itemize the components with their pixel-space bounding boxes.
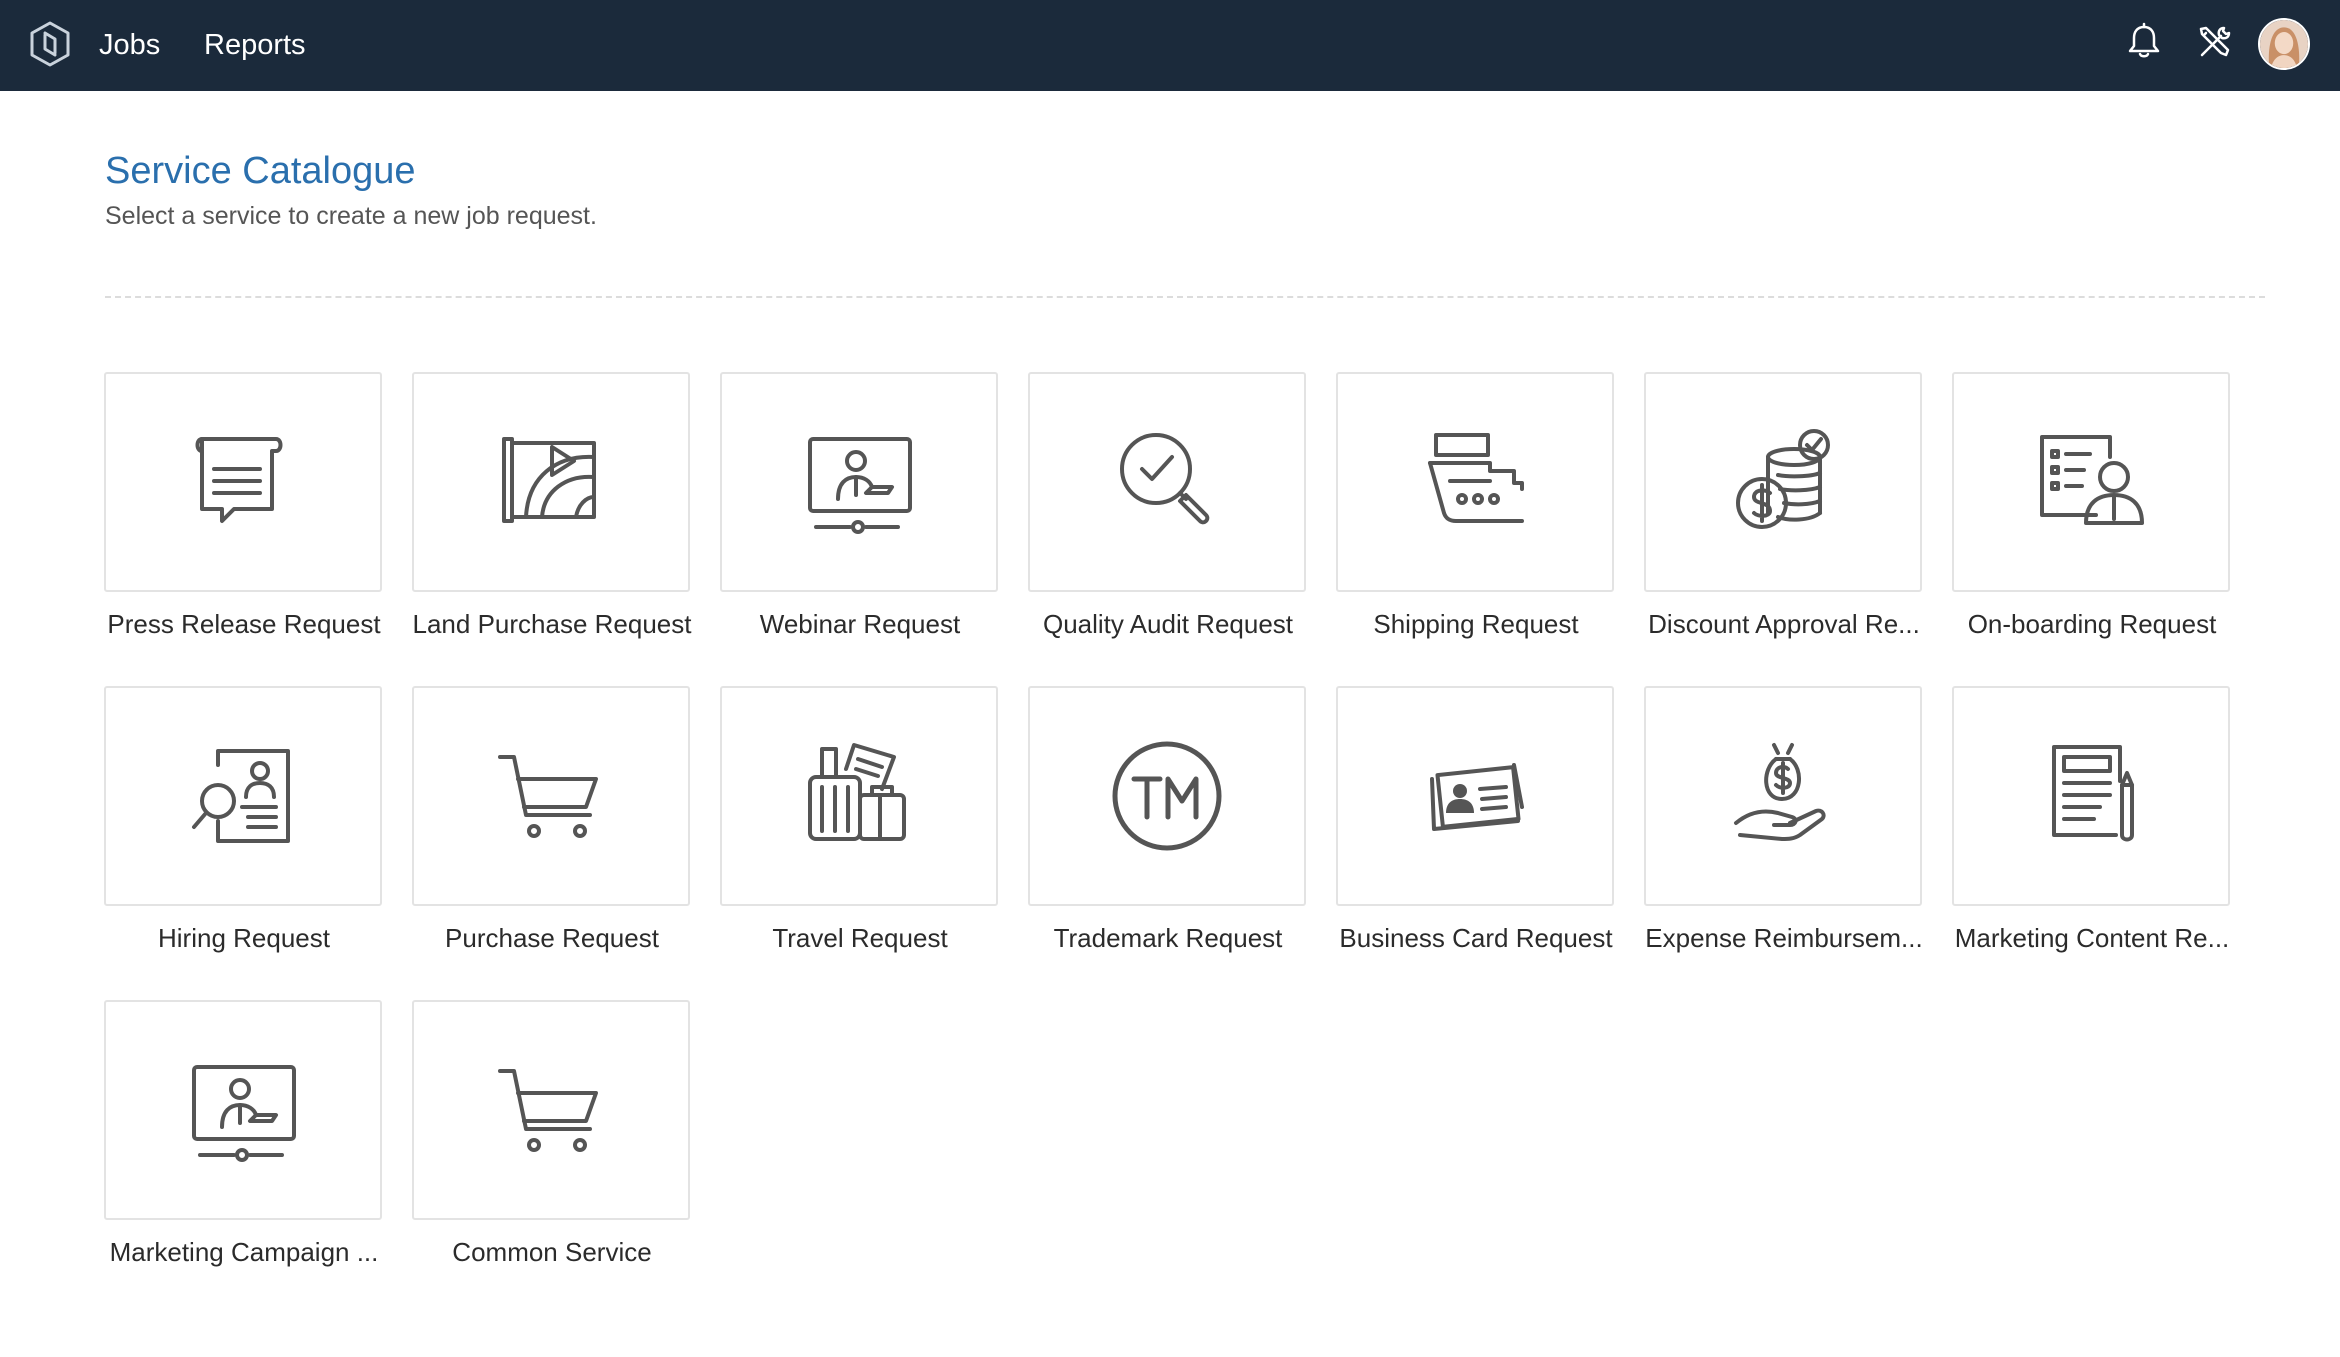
cart-icon: [498, 1069, 598, 1152]
service-card-expense[interactable]: Expense Reimbursem...: [1644, 686, 1924, 956]
service-card-tile[interactable]: [1952, 686, 2230, 906]
service-card-tile[interactable]: [104, 686, 382, 906]
service-card-tile[interactable]: [720, 686, 998, 906]
business-card-icon: [1430, 763, 1524, 831]
divider: [105, 296, 2265, 298]
logo-icon[interactable]: [28, 20, 72, 68]
nav-reports[interactable]: Reports: [204, 24, 306, 66]
service-card-travel[interactable]: Travel Request: [720, 686, 1000, 956]
service-card-trademark[interactable]: Trademark Request: [1028, 686, 1308, 956]
service-card-tile[interactable]: [104, 372, 382, 592]
marketing-content-icon: [2052, 745, 2134, 842]
service-card-tile[interactable]: [1336, 686, 1614, 906]
service-label: Business Card Request: [1339, 923, 1613, 953]
service-label: Press Release Request: [107, 609, 381, 639]
nav-jobs[interactable]: Jobs: [99, 24, 160, 66]
service-label: Hiring Request: [158, 923, 330, 953]
service-card-shipping[interactable]: Shipping Request: [1336, 372, 1616, 642]
service-card-tile[interactable]: [1644, 686, 1922, 906]
service-label: Shipping Request: [1373, 609, 1579, 639]
service-card-common-service[interactable]: Common Service: [412, 1000, 692, 1270]
service-card-tile[interactable]: [1952, 372, 2230, 592]
service-card-tile[interactable]: [1028, 686, 1306, 906]
service-card-tile[interactable]: [104, 1000, 382, 1220]
service-card-tile[interactable]: [412, 1000, 690, 1220]
service-card-tile[interactable]: [1336, 372, 1614, 592]
service-card-onboarding[interactable]: On-boarding Request: [1952, 372, 2232, 642]
service-card-purchase[interactable]: Purchase Request: [412, 686, 692, 956]
hiring-icon: [192, 749, 290, 843]
tools-icon[interactable]: [2193, 20, 2237, 64]
onboarding-icon: [2040, 435, 2144, 525]
service-card-land-purchase[interactable]: Land Purchase Request: [412, 372, 692, 642]
service-label: Marketing Campaign ...: [109, 1237, 379, 1267]
service-label: Marketing Content Re...: [1954, 923, 2230, 953]
cart-icon: [498, 755, 598, 838]
service-card-marketing-content[interactable]: Marketing Content Re...: [1952, 686, 2232, 956]
service-card-tile[interactable]: [412, 686, 690, 906]
page-title: Service Catalogue: [105, 150, 416, 192]
service-label: Webinar Request: [759, 609, 961, 639]
service-label: Expense Reimbursem...: [1645, 923, 1923, 953]
travel-icon: [808, 743, 906, 841]
service-card-marketing-campaign[interactable]: Marketing Campaign ...: [104, 1000, 384, 1270]
service-card-webinar[interactable]: Webinar Request: [720, 372, 1000, 642]
top-navbar: Jobs Reports: [0, 0, 2340, 91]
service-label: Quality Audit Request: [1042, 609, 1294, 639]
page-subtitle: Select a service to create a new job req…: [105, 202, 597, 230]
quality-audit-icon: [1120, 433, 1210, 525]
service-label: Purchase Request: [445, 923, 659, 953]
service-card-tile[interactable]: [1028, 372, 1306, 592]
press-release-icon: [195, 437, 283, 523]
service-card-tile[interactable]: [720, 372, 998, 592]
service-label: On-boarding Request: [1967, 609, 2217, 639]
land-purchase-icon: [502, 437, 596, 523]
expense-icon: [1734, 743, 1826, 841]
service-label: Common Service: [452, 1237, 652, 1267]
service-card-press-release[interactable]: Press Release Request: [104, 372, 384, 642]
service-label: Travel Request: [772, 923, 948, 953]
discount-approval-icon: [1736, 429, 1830, 529]
service-card-tile[interactable]: [412, 372, 690, 592]
service-label: Discount Approval Re...: [1648, 609, 1920, 639]
service-card-discount-approval[interactable]: Discount Approval Re...: [1644, 372, 1924, 642]
trademark-icon: [1112, 741, 1222, 851]
user-avatar[interactable]: [2258, 18, 2310, 70]
webinar-icon: [192, 1065, 296, 1162]
shipping-icon: [1428, 433, 1524, 523]
service-label: Trademark Request: [1053, 923, 1283, 953]
bell-icon[interactable]: [2122, 20, 2166, 64]
webinar-icon: [808, 437, 912, 534]
service-card-hiring[interactable]: Hiring Request: [104, 686, 384, 956]
service-label: Land Purchase Request: [412, 609, 692, 639]
service-card-tile[interactable]: [1644, 372, 1922, 592]
service-card-quality-audit[interactable]: Quality Audit Request: [1028, 372, 1308, 642]
service-card-business-card[interactable]: Business Card Request: [1336, 686, 1616, 956]
